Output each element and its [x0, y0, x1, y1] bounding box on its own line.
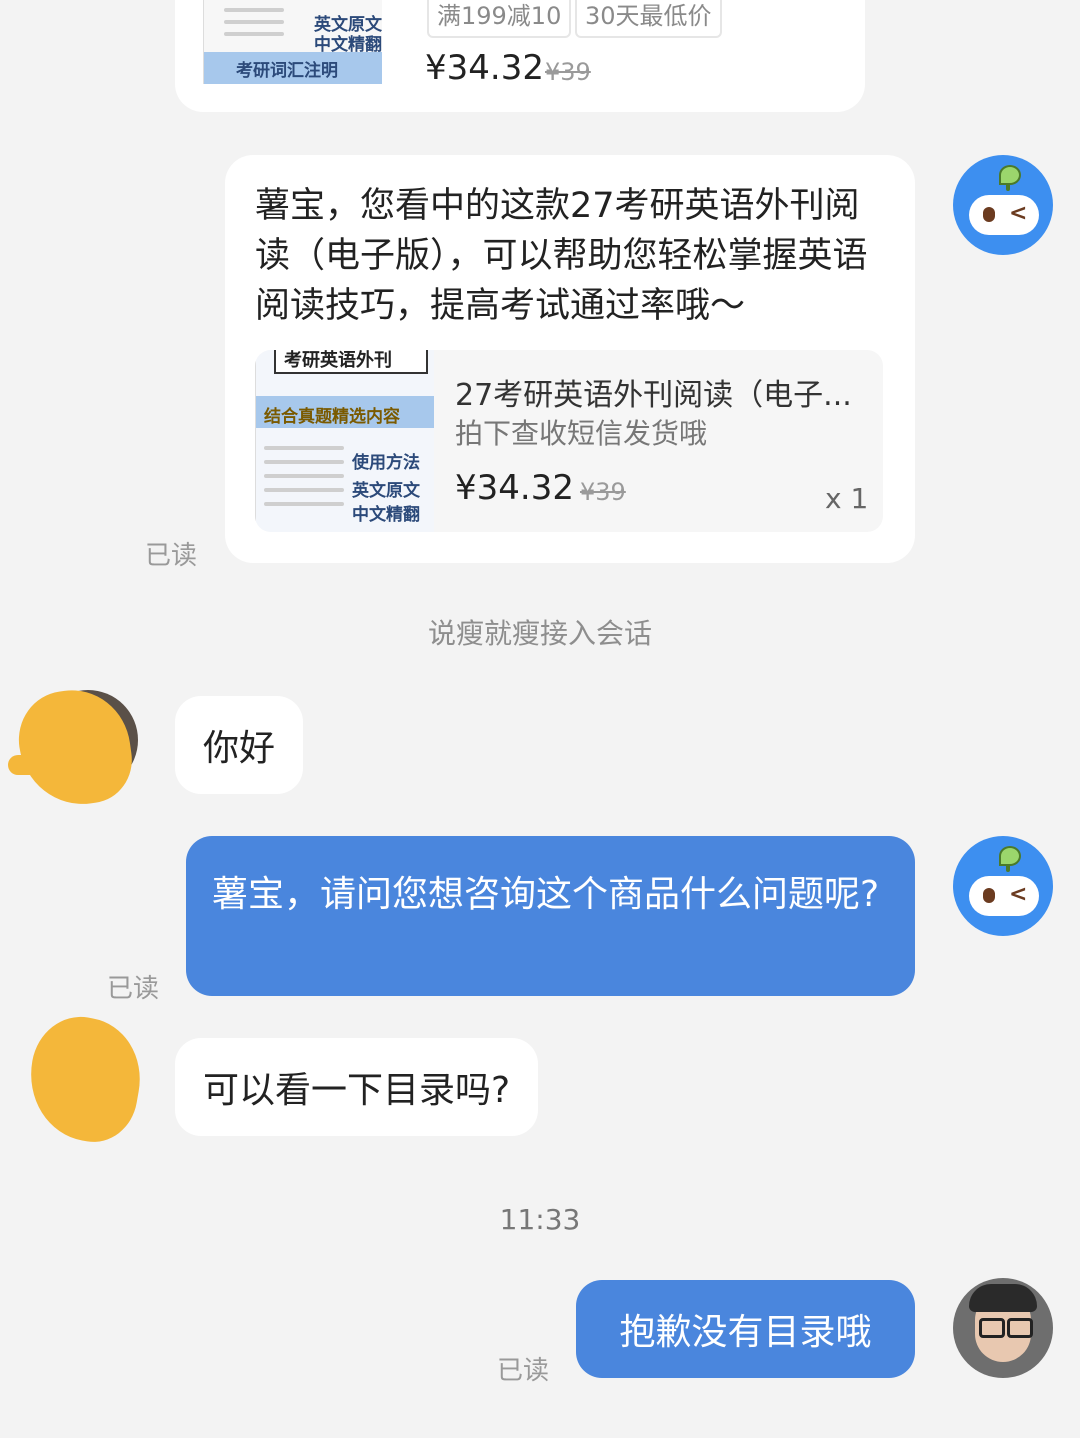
- thumb-label: 使用方法: [352, 453, 420, 473]
- product-thumbnail: 考研英语外刊 结合真题精选内容 使用方法 英文原文 中文精翻: [255, 350, 434, 532]
- user-message-bubble: 你好: [175, 696, 304, 794]
- lowest-price-chip: 30天最低价: [575, 0, 722, 38]
- agent-avatar[interactable]: [953, 1278, 1053, 1378]
- read-status: 已读: [107, 974, 160, 1004]
- bot-product-message: 薯宝，您看中的这款27考研英语外刊阅读（电子版），可以帮助您轻松掌握英语阅读技巧…: [225, 155, 915, 563]
- thumb-header: 考研英语外刊: [284, 350, 392, 371]
- message-text: 你好: [203, 728, 276, 769]
- product-price: ¥34.32: [455, 468, 574, 508]
- product-original-price: ¥39: [545, 58, 591, 86]
- discount-chip: 满199减10: [427, 0, 572, 38]
- scribble-overlay: [8, 755, 68, 775]
- product-card[interactable]: 考研英语外刊 结合真题精选内容 使用方法 英文原文 中文精翻 27考研英语外刊阅…: [255, 350, 883, 532]
- product-quantity: x 1: [825, 482, 869, 515]
- message-text: 薯宝，请问您想咨询这个商品什么问题呢?: [212, 874, 880, 915]
- product-title: 27考研英语外刊阅读（电子...: [455, 378, 852, 413]
- product-price: ¥34.32: [425, 48, 544, 88]
- read-status: 已读: [497, 1356, 550, 1386]
- user-message-bubble: 可以看一下目录吗?: [175, 1038, 539, 1136]
- bot-message-bubble: 薯宝，请问您想咨询这个商品什么问题呢?: [186, 836, 915, 996]
- agent-message-bubble: 抱歉没有目录哦: [576, 1280, 915, 1378]
- bot-avatar[interactable]: <: [953, 155, 1053, 255]
- timestamp: 11:33: [499, 1203, 581, 1236]
- previous-product-card[interactable]: 英文原文 中文精翻 考研词汇注明 满199减10 30天最低价 ¥34.32 ¥…: [175, 0, 865, 112]
- message-text: 抱歉没有目录哦: [619, 1312, 872, 1353]
- scribble-overlay: [20, 1009, 150, 1149]
- read-status: 已读: [145, 541, 198, 571]
- product-thumbnail: 英文原文 中文精翻 考研词汇注明: [203, 0, 382, 84]
- bot-avatar[interactable]: <: [953, 836, 1053, 936]
- bot-message-text: 薯宝，您看中的这款27考研英语外刊阅读（电子版），可以帮助您轻松掌握英语阅读技巧…: [255, 186, 868, 326]
- product-original-price: ¥39: [580, 478, 626, 506]
- thumb-label: 英文原文: [352, 481, 420, 501]
- thumb-label: 考研词汇注明: [236, 61, 338, 81]
- system-note: 说瘦就瘦接入会话: [427, 617, 652, 650]
- thumb-label: 结合真题精选内容: [264, 407, 400, 427]
- message-text: 可以看一下目录吗?: [203, 1070, 511, 1111]
- thumb-label: 中文精翻: [352, 505, 420, 525]
- product-subtitle: 拍下查收短信发货哦: [455, 417, 708, 450]
